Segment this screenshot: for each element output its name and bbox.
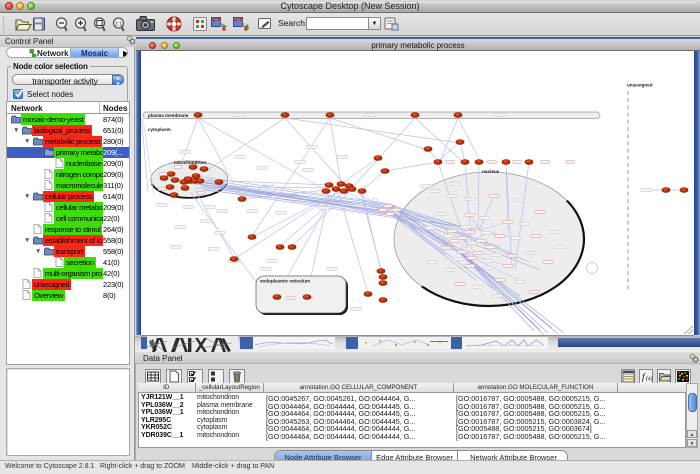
svg-text:endoplasmic reticulum: endoplasmic reticulum: [260, 279, 310, 284]
svg-text:mitochondrion: mitochondrion: [174, 160, 206, 165]
svg-text:nucleus: nucleus: [482, 169, 500, 174]
svg-text:(x): (x): [646, 375, 653, 382]
svg-text:plasma membrane: plasma membrane: [148, 113, 189, 118]
svg-text:1:1: 1:1: [115, 21, 123, 27]
svg-text:cytoplasm: cytoplasm: [148, 127, 171, 132]
svg-text:unassigned: unassigned: [627, 83, 653, 88]
